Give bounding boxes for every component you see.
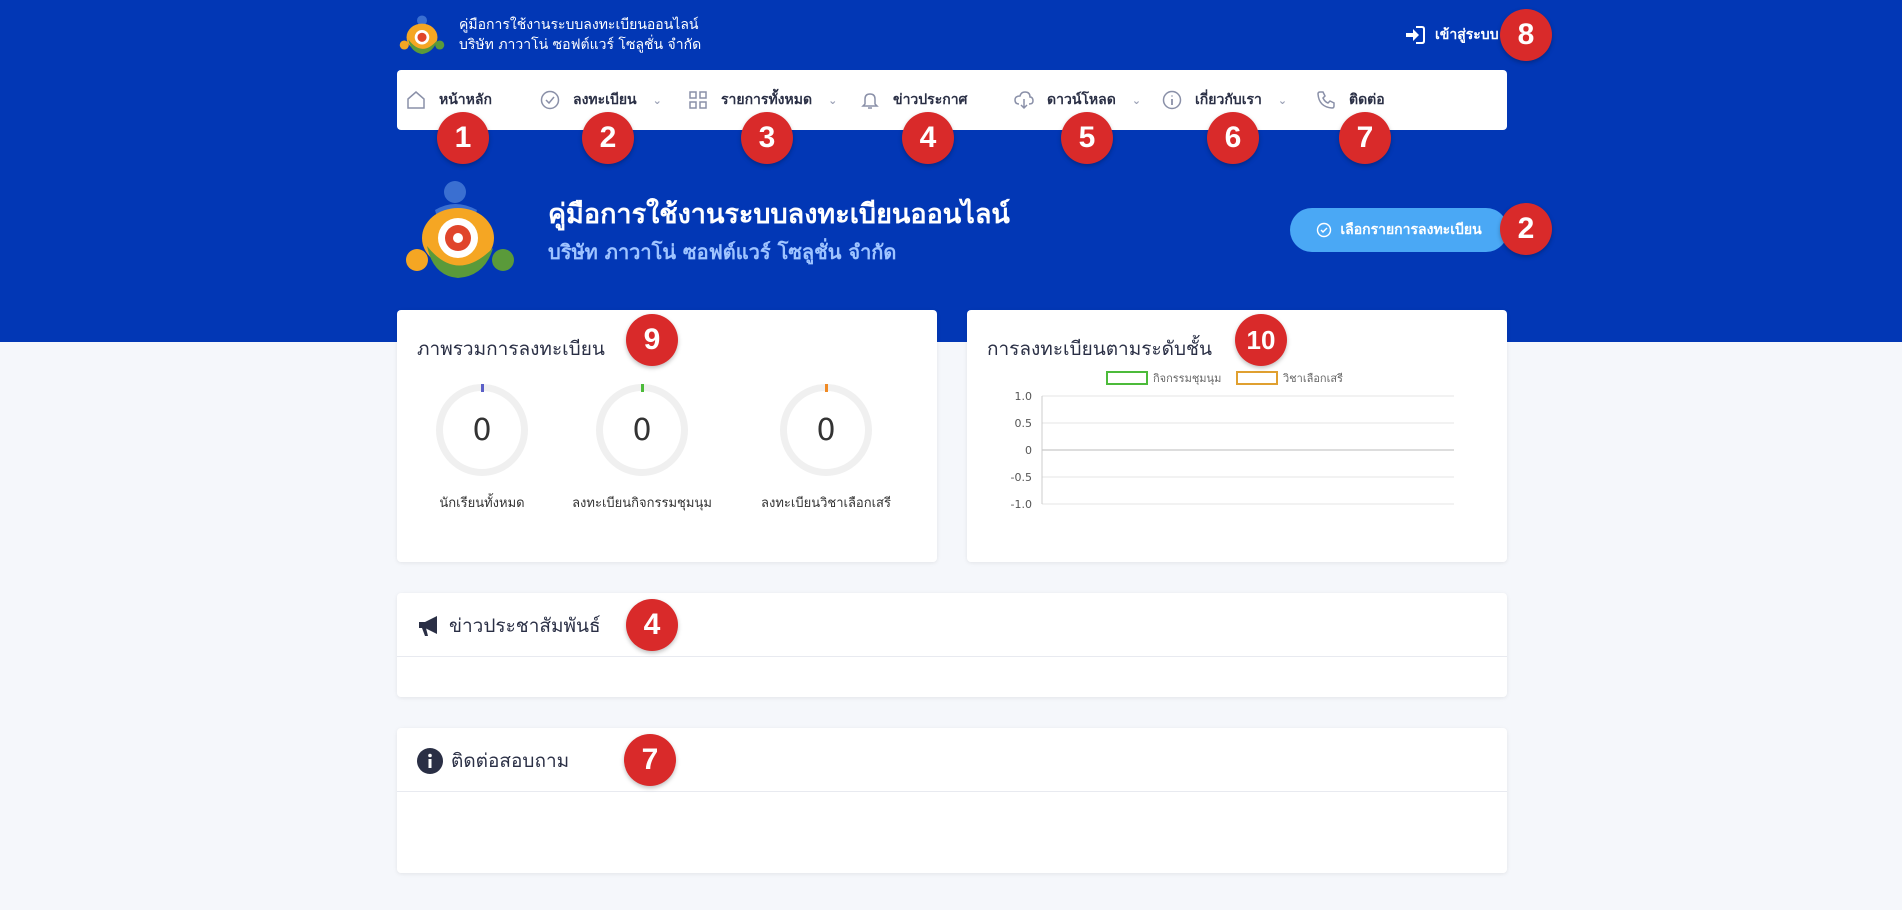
nav-news-label: ข่าวประกาศ (893, 92, 968, 108)
annotation-badge: 4 (626, 599, 678, 651)
annotation-badge: 8 (1500, 9, 1552, 61)
ring-progress-marker (481, 384, 484, 392)
annotation-badge: 10 (1235, 314, 1287, 366)
main-nav: หน้าหลัก ลงทะเบียน ⌄ รายการทั้งหมด ⌄ ข่า… (397, 70, 1507, 130)
y-tick-label: 0 (1025, 444, 1032, 457)
legend-swatch (1236, 371, 1278, 385)
nav-about-label: เกี่ยวกับเรา (1195, 92, 1262, 108)
news-section-title: ข่าวประชาสัมพันธ์ (449, 615, 601, 637)
annotation-badge: 1 (437, 112, 489, 164)
nav-register-label: ลงทะเบียน (573, 92, 637, 108)
level-chart: กิจกรรมชุมนุม วิชาเลือกเสรี 1.0 0.5 0 -0.5 -1.… (1011, 371, 1454, 511)
ring-progress-marker (825, 384, 828, 392)
bell-icon (859, 89, 881, 111)
logo-icon (406, 181, 514, 278)
stat-value: 0 (632, 412, 652, 448)
overview-title: ภาพรวมการลงทะเบียน (417, 338, 605, 360)
megaphone-icon (419, 616, 437, 636)
stat-label: ลงทะเบียนกิจกรรมชุมนุม (572, 496, 712, 511)
brand[interactable]: คู่มือการใช้งานระบบลงทะเบียนออนไลน์ บริษ… (397, 12, 701, 58)
news-card: ข่าวประชาสัมพันธ์ (397, 593, 1507, 697)
legend-swatch (1106, 371, 1148, 385)
chevron-down-icon: ⌄ (1131, 93, 1142, 107)
nav-home-label: หน้าหลัก (439, 92, 492, 108)
hero-banner (0, 0, 1902, 342)
logo-icon (399, 15, 445, 55)
stat-value: 0 (472, 412, 492, 448)
stat-label: ลงทะเบียนวิชาเลือกเสรี (761, 496, 891, 511)
chevron-down-icon: ⌄ (1277, 93, 1288, 107)
divider (397, 791, 1507, 792)
y-tick-label: -1.0 (1011, 498, 1032, 511)
chevron-down-icon: ⌄ (828, 93, 838, 107)
annotation-badge: 3 (741, 112, 793, 164)
stat-value: 0 (816, 412, 836, 448)
select-registration-button[interactable]: เลือกรายการลงทะเบียน (1290, 208, 1508, 252)
contact-section-title: ติดต่อสอบถาม (451, 750, 570, 772)
stat-students: 0 นักเรียนทั้งหมด (407, 384, 557, 513)
legend-label: กิจกรรมชุมนุม (1153, 372, 1222, 385)
annotation-badge: 2 (1500, 203, 1552, 255)
news-section-header: ข่าวประชาสัมพันธ์ (417, 611, 601, 641)
home-icon (405, 89, 427, 111)
y-tick-label: -0.5 (1011, 471, 1032, 484)
annotation-badge: 9 (626, 314, 678, 366)
check-circle-icon (1317, 222, 1332, 238)
stat-elective-registrations: 0 ลงทะเบียนวิชาเลือกเสรี (751, 384, 901, 513)
login-label: เข้าสู่ระบบ (1435, 27, 1499, 43)
stat-ring: 0 (436, 384, 528, 476)
brand-line1: คู่มือการใช้งานระบบลงทะเบียนออนไลน์ (459, 17, 699, 33)
hero-subtitle: บริษัท ภาวาโน่ ซอฟต์แวร์ โซลูชั่น จำกัด (548, 240, 897, 264)
nav-download-label: ดาวน์โหลด (1047, 92, 1116, 108)
y-tick-label: 0.5 (1015, 417, 1033, 430)
check-circle-icon (539, 89, 561, 111)
nav-all-items-label: รายการทั้งหมด (721, 92, 813, 108)
contact-section-header: ติดต่อสอบถาม (417, 746, 569, 776)
level-chart-title: การลงทะเบียนตามระดับชั้น (987, 338, 1212, 360)
stat-label: นักเรียนทั้งหมด (439, 496, 525, 511)
stat-club-registrations: 0 ลงทะเบียนกิจกรรมชุมนุม (567, 384, 717, 513)
hero-title: คู่มือการใช้งานระบบลงทะเบียนออนไลน์ (548, 199, 1010, 230)
annotation-badge: 6 (1207, 112, 1259, 164)
info-circle-icon (417, 748, 443, 774)
sign-in-icon (1406, 26, 1425, 44)
stat-ring: 0 (596, 384, 688, 476)
nav-contact-label: ติดต่อ (1349, 92, 1385, 108)
phone-icon (1315, 89, 1337, 111)
annotation-badge: 5 (1061, 112, 1113, 164)
y-tick-label: 1.0 (1015, 390, 1033, 403)
select-registration-label: เลือกรายการลงทะเบียน (1340, 222, 1482, 238)
annotation-badge: 4 (902, 112, 954, 164)
annotation-badge: 7 (624, 734, 676, 786)
ring-progress-marker (641, 384, 644, 392)
annotation-badge: 2 (582, 112, 634, 164)
legend-label: วิชาเลือกเสรี (1282, 372, 1343, 385)
brand-line2: บริษัท ภาวาโน่ ซอฟต์แวร์ โซลูชั่น จำกัด (459, 37, 702, 53)
cloud-download-icon (1013, 89, 1035, 111)
info-icon (1161, 89, 1183, 111)
annotation-badge: 7 (1339, 112, 1391, 164)
login-button[interactable]: เข้าสู่ระบบ (1405, 24, 1499, 46)
contact-card: ติดต่อสอบถาม (397, 728, 1507, 873)
chevron-down-icon: ⌄ (652, 93, 662, 107)
grid-icon (687, 89, 709, 111)
divider (397, 656, 1507, 657)
stat-ring: 0 (780, 384, 872, 476)
